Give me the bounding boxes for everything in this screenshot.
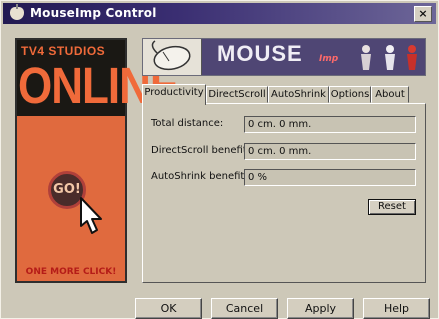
directscroll-benefit-label: DirectScroll benefit: [151,145,251,156]
productivity-panel: Total distance: 0 cm. 0 mm. DirectScroll… [142,103,426,283]
total-distance-field: 0 cm. 0 mm. [244,116,416,133]
banner-subtitle: Imp [319,54,339,64]
figure-red-icon [407,45,417,70]
directscroll-benefit-field: 0 cm. 0 mm. [244,143,416,160]
title-bar[interactable]: MouseImp Control × [3,3,436,24]
banner-title: MOUSE [217,41,303,66]
figure-white-icon [385,45,395,70]
ad-banner[interactable]: TV4 STUDIOS ONLINE GO! ONE MORE CLICK! [15,38,179,283]
ad-tagline: ONE MORE CLICK! [25,267,117,277]
cancel-button[interactable]: Cancel [211,298,278,319]
tab-autoshrink[interactable]: AutoShrink [268,86,329,103]
mouseimp-banner: MOUSE Imp [142,38,426,76]
help-button[interactable]: Help [363,298,430,319]
ad-header: TV4 STUDIOS ONLINE [17,40,179,116]
tab-about[interactable]: About [371,86,409,103]
ad-online-text: ONLINE [18,58,179,115]
tab-productivity[interactable]: Productivity [142,84,206,105]
autoshrink-benefit-field: 0 % [244,169,416,186]
reset-button[interactable]: Reset [368,199,416,215]
mouse-device-icon [143,39,202,75]
hand-cursor-icon [80,197,102,234]
figure-red-icon [361,45,371,70]
apply-button[interactable]: Apply [287,298,354,319]
autoshrink-benefit-label: AutoShrink benefit: [151,171,248,182]
window-title: MouseImp Control [30,6,157,20]
tab-directscroll[interactable]: DirectScroll [206,86,268,103]
tab-options[interactable]: Options [329,86,371,103]
ok-button[interactable]: OK [135,298,202,319]
ad-studios-text: TV4 STUDIOS [21,44,106,58]
mouseimp-control-window: MouseImp Control × TV4 STUDIOS ONLINE GO… [0,0,439,319]
mouse-app-icon [10,4,24,20]
total-distance-label: Total distance: [151,118,224,129]
close-button[interactable]: × [414,6,432,22]
